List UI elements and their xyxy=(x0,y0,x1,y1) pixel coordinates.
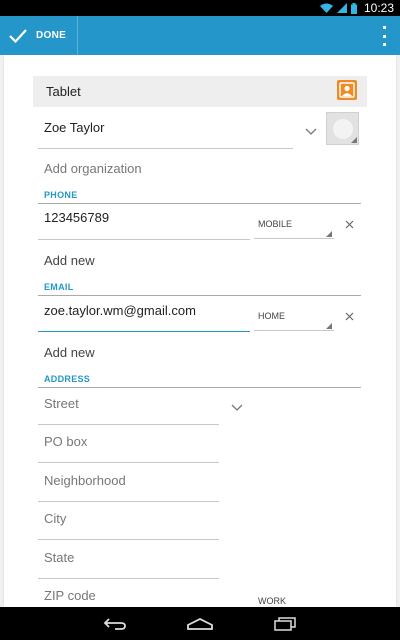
phone-input[interactable]: 123456789 xyxy=(44,210,109,225)
account-label: Tablet xyxy=(46,84,81,99)
account-header: Tablet xyxy=(33,76,367,107)
address-type-label[interactable]: WORK xyxy=(258,596,286,606)
add-email-button[interactable]: Add new xyxy=(44,345,95,360)
signal-icon xyxy=(336,3,347,13)
recents-icon[interactable] xyxy=(269,614,301,634)
street-field[interactable]: Street xyxy=(44,396,79,411)
po-box-underline xyxy=(38,462,219,463)
spinner-corner xyxy=(326,323,332,329)
city-field[interactable]: City xyxy=(44,511,66,526)
name-field[interactable]: Zoe Taylor xyxy=(44,120,104,135)
phone-type-spinner[interactable]: MOBILE xyxy=(254,212,334,239)
add-organization[interactable]: Add organization xyxy=(44,161,142,176)
editor-content: Tablet Zoe Taylor Add organization PHONE… xyxy=(0,55,400,607)
add-phone-button[interactable]: Add new xyxy=(44,253,95,268)
address-section-header: ADDRESS xyxy=(44,374,91,384)
name-underline xyxy=(38,148,293,149)
state-field[interactable]: State xyxy=(44,550,74,565)
phone-section-header: PHONE xyxy=(44,190,78,200)
po-box-field[interactable]: PO box xyxy=(44,434,87,449)
photo-corner xyxy=(351,137,357,143)
email-input[interactable]: zoe.taylor.wm@gmail.com xyxy=(44,303,196,318)
status-bar: 10:23 xyxy=(0,0,400,16)
phone-type-label: MOBILE xyxy=(258,219,293,229)
photo-placeholder xyxy=(333,119,353,139)
zip-code-field[interactable]: ZIP code xyxy=(44,588,96,603)
done-button[interactable]: DONE xyxy=(0,16,78,55)
expand-address-chevron-icon[interactable] xyxy=(231,404,243,411)
contact-account-icon xyxy=(337,80,357,100)
city-underline xyxy=(38,539,219,540)
wifi-icon xyxy=(319,3,333,13)
battery-icon xyxy=(350,2,357,14)
phone-underline xyxy=(38,239,250,240)
status-time: 10:23 xyxy=(363,1,394,15)
contact-photo[interactable] xyxy=(326,112,359,145)
remove-phone-icon[interactable] xyxy=(345,220,354,229)
email-type-label: HOME xyxy=(258,311,285,321)
checkmark-icon xyxy=(9,28,27,43)
neighborhood-underline xyxy=(38,501,219,502)
state-underline xyxy=(38,578,219,579)
neighborhood-field[interactable]: Neighborhood xyxy=(44,473,126,488)
status-icons: 10:23 xyxy=(319,1,394,15)
back-icon[interactable] xyxy=(99,614,131,634)
home-icon[interactable] xyxy=(184,614,216,634)
spinner-corner xyxy=(326,231,332,237)
navigation-bar xyxy=(0,607,400,640)
phone-type-underline xyxy=(254,238,334,239)
email-type-spinner[interactable]: HOME xyxy=(254,304,334,331)
email-underline xyxy=(38,331,250,332)
address-section-rule xyxy=(38,387,361,388)
overflow-menu-icon[interactable] xyxy=(380,26,388,46)
expand-name-chevron-icon[interactable] xyxy=(305,128,317,135)
email-section-rule xyxy=(38,295,361,296)
email-section-header: EMAIL xyxy=(44,282,74,292)
phone-section-rule xyxy=(38,203,361,204)
action-bar: DONE xyxy=(0,16,400,55)
email-type-underline xyxy=(254,330,334,331)
remove-email-icon[interactable] xyxy=(345,312,354,321)
done-label: DONE xyxy=(36,30,67,41)
street-underline xyxy=(38,424,219,425)
